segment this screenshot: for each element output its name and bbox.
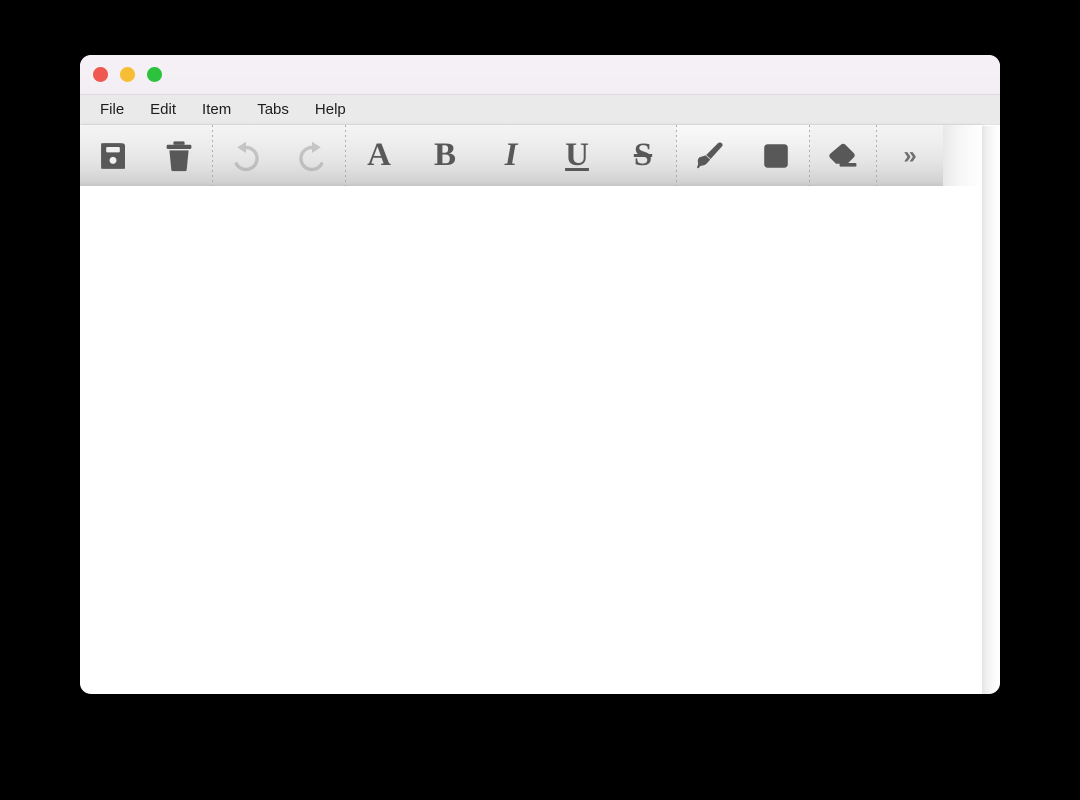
redo-icon — [299, 141, 324, 171]
bold-icon: B — [433, 137, 456, 173]
menu-item-file[interactable]: File — [100, 102, 138, 117]
underline-icon: U — [565, 137, 589, 173]
save-button[interactable] — [80, 125, 146, 186]
toolbar-group-text-format: A B I U S — [346, 125, 676, 186]
brush-button[interactable] — [677, 125, 743, 186]
bold-button[interactable]: B — [412, 125, 478, 186]
maximize-window-button[interactable] — [147, 67, 162, 82]
toolbar-overflow-button[interactable]: » — [877, 125, 943, 186]
toolbar: A B I U S » — [80, 125, 982, 186]
redo-button[interactable] — [279, 125, 345, 186]
menubar: File Edit Item Tabs Help — [80, 95, 1000, 125]
document-canvas[interactable] — [80, 186, 982, 693]
menu-item-tabs[interactable]: Tabs — [257, 102, 303, 117]
undo-icon — [234, 141, 259, 171]
undo-button[interactable] — [213, 125, 279, 186]
italic-button[interactable]: I — [478, 125, 544, 186]
color-swatch-button[interactable] — [743, 125, 809, 186]
color-swatch-icon — [764, 143, 788, 168]
toolbar-group-paint — [677, 125, 809, 186]
font-button[interactable]: A — [346, 125, 412, 186]
toolbar-separator — [212, 125, 213, 186]
toolbar-separator — [676, 125, 677, 186]
menu-item-help[interactable]: Help — [315, 102, 360, 117]
toolbar-group-overflow: » — [877, 125, 943, 186]
minimize-window-button[interactable] — [120, 67, 135, 82]
window-controls — [93, 67, 162, 82]
trash-icon — [166, 140, 192, 171]
toolbar-group-file — [80, 125, 212, 186]
underline-button[interactable]: U — [544, 125, 610, 186]
eraser-icon — [829, 143, 857, 167]
save-icon — [101, 142, 125, 169]
application-window: File Edit Item Tabs Help A B I U S » — [80, 55, 1000, 694]
menu-item-item[interactable]: Item — [202, 102, 245, 117]
strikethrough-icon: S — [633, 137, 653, 173]
toolbar-separator — [876, 125, 877, 186]
chevron-double-right-icon: » — [903, 141, 917, 169]
toolbar-separator — [345, 125, 346, 186]
toolbar-group-eraser — [810, 125, 876, 186]
menu-item-edit[interactable]: Edit — [150, 102, 190, 117]
toolbar-group-history — [213, 125, 345, 186]
toolbar-end-gutter — [943, 125, 982, 186]
desktop-background: File Edit Item Tabs Help A B I U S » — [0, 0, 1080, 800]
window-titlebar — [80, 55, 1000, 95]
italic-icon: I — [504, 137, 518, 173]
delete-button[interactable] — [146, 125, 212, 186]
eraser-button[interactable] — [810, 125, 876, 186]
close-window-button[interactable] — [93, 67, 108, 82]
brush-icon — [697, 141, 723, 168]
font-icon: A — [367, 137, 391, 173]
toolbar-separator — [809, 125, 810, 186]
window-right-gutter — [982, 126, 1000, 694]
strikethrough-button[interactable]: S — [610, 125, 676, 186]
